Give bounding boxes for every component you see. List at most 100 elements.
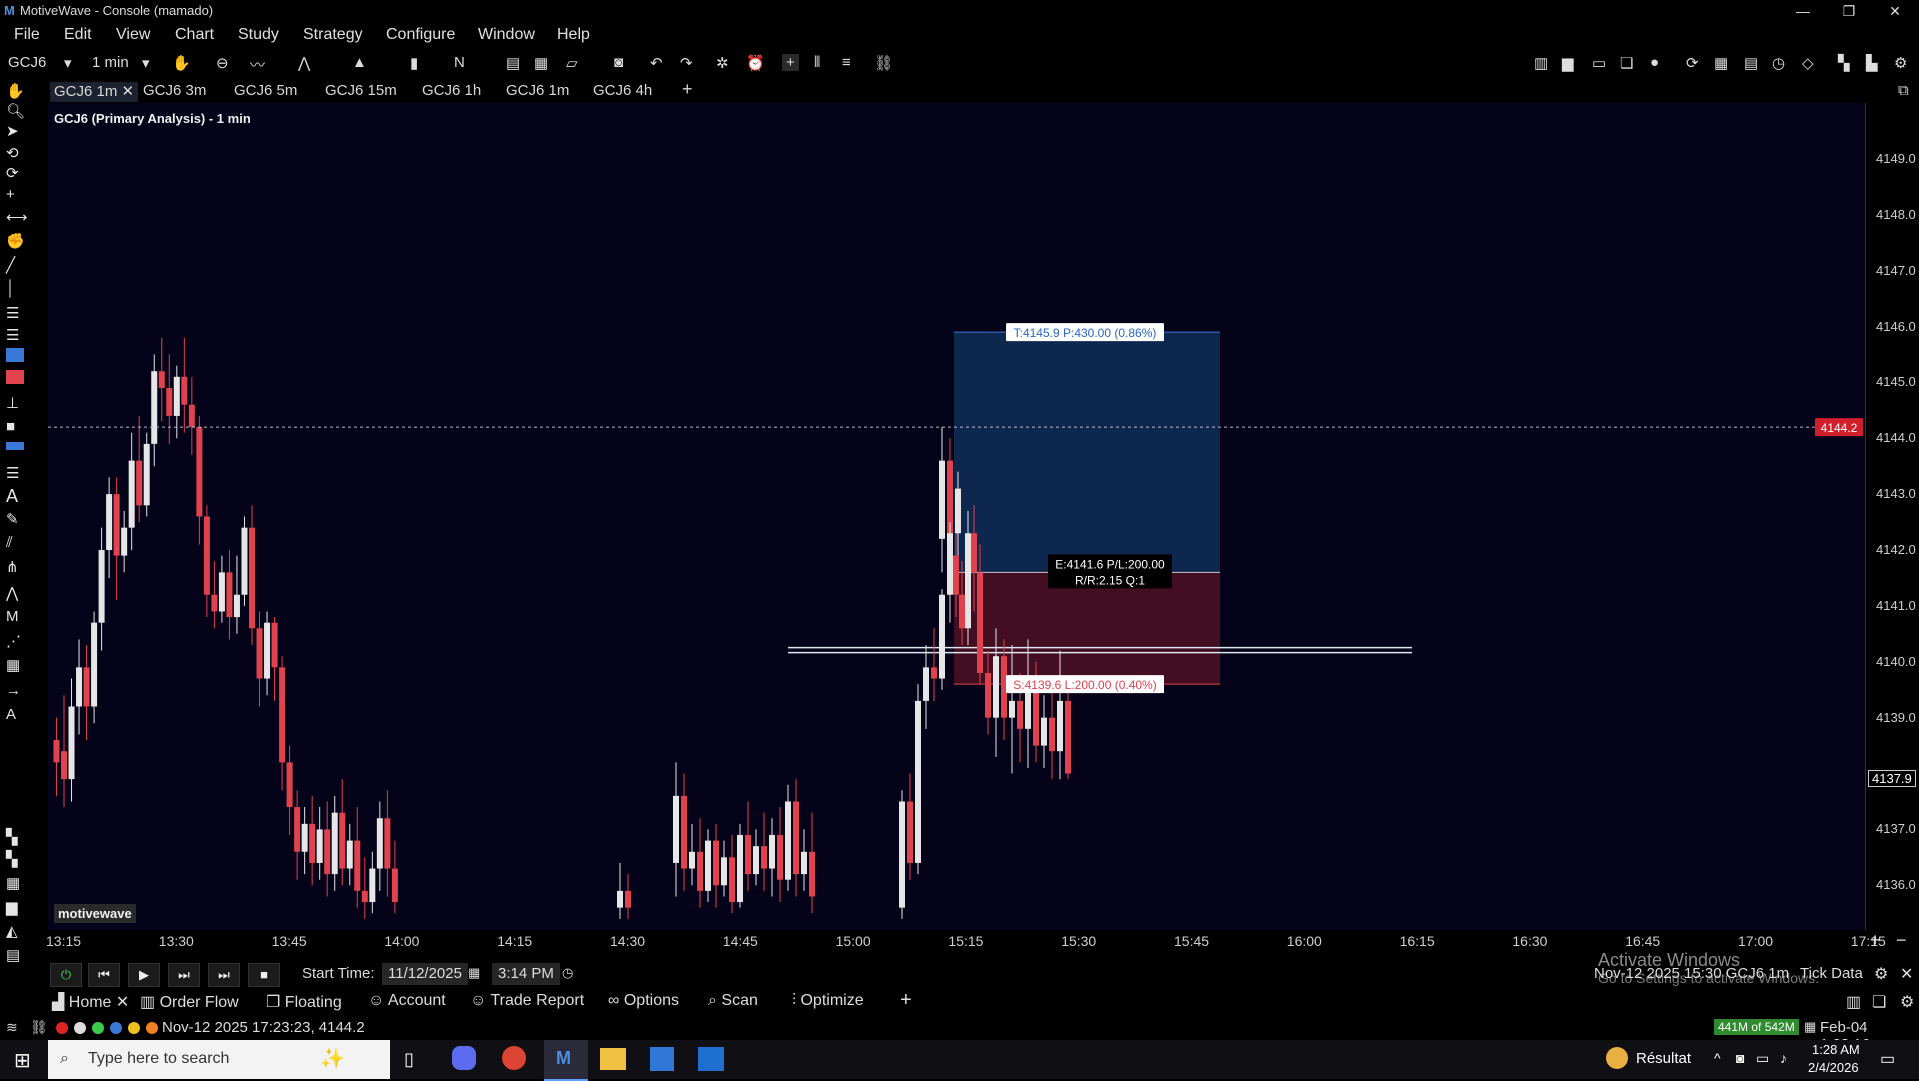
clock-icon[interactable]: ◷ bbox=[1772, 54, 1785, 72]
close-icon[interactable]: ✕ bbox=[1900, 964, 1913, 984]
long-position-icon[interactable] bbox=[6, 348, 24, 362]
arrow-tool-icon[interactable]: → bbox=[6, 682, 24, 699]
menu-configure[interactable]: Configure bbox=[386, 26, 455, 44]
menu-file[interactable]: File bbox=[14, 26, 40, 44]
taskbar-date[interactable]: 2/4/2026 bbox=[1808, 1060, 1859, 1075]
sync-tool-icon[interactable]: ⟲ bbox=[6, 144, 24, 162]
crosshair-tool-icon[interactable]: ✲ bbox=[716, 54, 729, 72]
chevron-down-icon[interactable]: ▾ bbox=[142, 54, 150, 72]
list-tool-icon[interactable]: ☰ bbox=[6, 464, 24, 482]
stack-icon[interactable]: ▤ bbox=[6, 946, 24, 964]
link-icon[interactable]: ⛓ bbox=[874, 54, 893, 72]
price-axis[interactable]: 4149.0 4148.0 4147.0 4146.0 4145.0 4144.0 4143… bbox=[1865, 103, 1919, 930]
histogram-icon[interactable]: ▆ bbox=[6, 898, 24, 916]
tab-options[interactable]: ∞ Options bbox=[608, 992, 679, 1010]
notification-icon[interactable]: ▭ bbox=[1880, 1049, 1895, 1069]
grid-icon[interactable]: ▦ bbox=[6, 874, 24, 892]
fast-forward-button[interactable]: ⏭ bbox=[208, 963, 240, 987]
camera-icon[interactable]: ◙ bbox=[1736, 1050, 1744, 1066]
short-position-icon[interactable] bbox=[6, 370, 24, 384]
link-icon[interactable]: ⛓ bbox=[30, 1019, 48, 1036]
time-axis[interactable]: 13:15 13:30 13:45 14:00 14:15 14:30 14:45 15:00… bbox=[46, 930, 1919, 952]
tab-gcj6-5m[interactable]: GCJ6 5m bbox=[234, 82, 297, 102]
tab-optimize[interactable]: ⫶ Optimize bbox=[792, 992, 864, 1010]
fib-retracement-icon[interactable]: ☰ bbox=[6, 304, 24, 322]
camera-icon[interactable]: ◙ bbox=[614, 54, 623, 71]
price-chart[interactable]: T:4145.9 P:430.00 (0.86%) E:4141.6 P/L:20… bbox=[48, 103, 1865, 930]
list-icon[interactable]: ≡ bbox=[842, 54, 851, 71]
layout-icon[interactable]: ▥ bbox=[1534, 54, 1548, 72]
menu-view[interactable]: View bbox=[116, 26, 150, 44]
calendar-icon[interactable]: ▦ bbox=[468, 965, 480, 981]
copilot-icon[interactable] bbox=[452, 1046, 476, 1070]
menu-study[interactable]: Study bbox=[238, 26, 279, 44]
measure-tool-icon[interactable]: ⟷ bbox=[6, 208, 28, 226]
chevron-up-icon[interactable]: ^ bbox=[1714, 1050, 1721, 1066]
line-chart-icon[interactable]: 〰 bbox=[250, 54, 265, 75]
add-tab-button[interactable]: + bbox=[900, 989, 912, 1012]
fib-extension-icon[interactable]: ☰ bbox=[6, 326, 24, 344]
tab-gcj6-1h[interactable]: GCJ6 1h bbox=[422, 82, 481, 102]
trend-line-icon[interactable]: ╱ bbox=[6, 256, 24, 274]
play-button[interactable]: ▶ bbox=[128, 963, 160, 987]
menu-window[interactable]: Window bbox=[478, 26, 535, 44]
file-explorer-icon[interactable] bbox=[600, 1048, 626, 1070]
vertical-line-icon[interactable]: │ bbox=[6, 280, 24, 297]
alarm-icon[interactable]: ⏰ bbox=[746, 54, 765, 72]
windows-icon[interactable]: ❏ bbox=[1872, 992, 1886, 1012]
zoom-tool-icon[interactable]: 🔍︎ bbox=[6, 102, 25, 120]
text-tool-icon[interactable]: A bbox=[6, 486, 24, 506]
tab-gcj6-1m-2[interactable]: GCJ6 1m bbox=[506, 82, 569, 102]
tab-gcj6-4h[interactable]: GCJ6 4h bbox=[593, 82, 652, 102]
gear-icon[interactable]: ⚙ bbox=[1874, 964, 1888, 984]
tab-order-flow[interactable]: ▥ Order Flow bbox=[140, 992, 239, 1012]
pointer-tool-icon[interactable]: ➤ bbox=[6, 122, 24, 140]
zoom-out-button[interactable]: − bbox=[1896, 930, 1907, 951]
save-icon[interactable]: ▦ bbox=[534, 54, 548, 72]
panel-icon[interactable]: ▭ bbox=[1592, 54, 1606, 72]
pencil-icon[interactable]: ✎ bbox=[6, 510, 24, 528]
taskbar-time[interactable]: 1:28 AM bbox=[1812, 1042, 1860, 1057]
layers-2-icon[interactable]: ▚ bbox=[6, 850, 24, 868]
chevron-down-icon[interactable]: ▾ bbox=[64, 54, 72, 72]
tab-account[interactable]: ☺ Account bbox=[368, 992, 446, 1010]
close-icon[interactable]: ✕ bbox=[122, 83, 135, 100]
interval-select[interactable]: 1 min bbox=[92, 54, 129, 71]
close-icon[interactable]: ✕ bbox=[116, 994, 129, 1011]
rectangle-icon[interactable]: ■ bbox=[6, 418, 24, 435]
mountain-icon[interactable]: ◭ bbox=[6, 922, 24, 940]
add-tab-button[interactable]: + bbox=[682, 79, 693, 99]
close-window-button[interactable]: ✕ bbox=[1872, 0, 1918, 22]
chrome-icon[interactable] bbox=[502, 1046, 526, 1070]
pitchfork-icon[interactable]: ⋔ bbox=[6, 558, 24, 576]
vertical-measure-icon[interactable]: ⫴ bbox=[814, 54, 820, 71]
tab-trade-report[interactable]: ☺ Trade Report bbox=[470, 992, 584, 1010]
crosshair-icon[interactable]: + bbox=[782, 54, 799, 71]
menu-help[interactable]: Help bbox=[557, 26, 590, 44]
grid-tool-icon[interactable]: ▦ bbox=[6, 656, 24, 674]
tab-gcj6-15m[interactable]: GCJ6 15m bbox=[325, 82, 397, 102]
chart-canvas[interactable]: T:4145.9 P:430.00 (0.86%) E:4141.6 P/L:20… bbox=[48, 103, 1865, 930]
motivewave-taskbar-icon[interactable]: M bbox=[544, 1040, 588, 1081]
menu-strategy[interactable]: Strategy bbox=[303, 26, 363, 44]
maximize-chart-icon[interactable]: ⧉ bbox=[1898, 82, 1909, 102]
gann-icon[interactable]: ⋰ bbox=[6, 632, 24, 650]
font-tool-icon[interactable]: A bbox=[6, 706, 24, 723]
hand-drag-icon[interactable]: ✊ bbox=[6, 232, 25, 250]
trade-icon[interactable]: ▙ bbox=[1866, 54, 1878, 72]
start-time-field[interactable]: 3:14 PM bbox=[492, 963, 560, 985]
open-folder-icon[interactable]: ▱ bbox=[566, 54, 578, 72]
menu-chart[interactable]: Chart bbox=[175, 26, 214, 44]
bar-chart-icon[interactable]: ▆ bbox=[1562, 54, 1574, 72]
clock-icon[interactable]: ◷ bbox=[562, 965, 573, 981]
start-date-field[interactable]: 11/12/2025 bbox=[382, 963, 468, 985]
parallel-channel-icon[interactable]: ⫽ bbox=[6, 534, 24, 551]
tab-floating[interactable]: ❐ Floating bbox=[266, 992, 342, 1012]
restore-button[interactable]: ❐ bbox=[1826, 0, 1872, 22]
undo-icon[interactable]: ↶ bbox=[650, 54, 663, 72]
draw-mode-select[interactable]: N bbox=[454, 54, 465, 71]
tab-gcj6-3m[interactable]: GCJ6 3m bbox=[143, 82, 206, 102]
hand-icon[interactable]: ✋ bbox=[172, 54, 191, 72]
step-forward-button[interactable]: ⏭ bbox=[168, 963, 200, 987]
taskbar-search-box[interactable]: ⌕ Type here to search ✨ bbox=[48, 1040, 390, 1079]
